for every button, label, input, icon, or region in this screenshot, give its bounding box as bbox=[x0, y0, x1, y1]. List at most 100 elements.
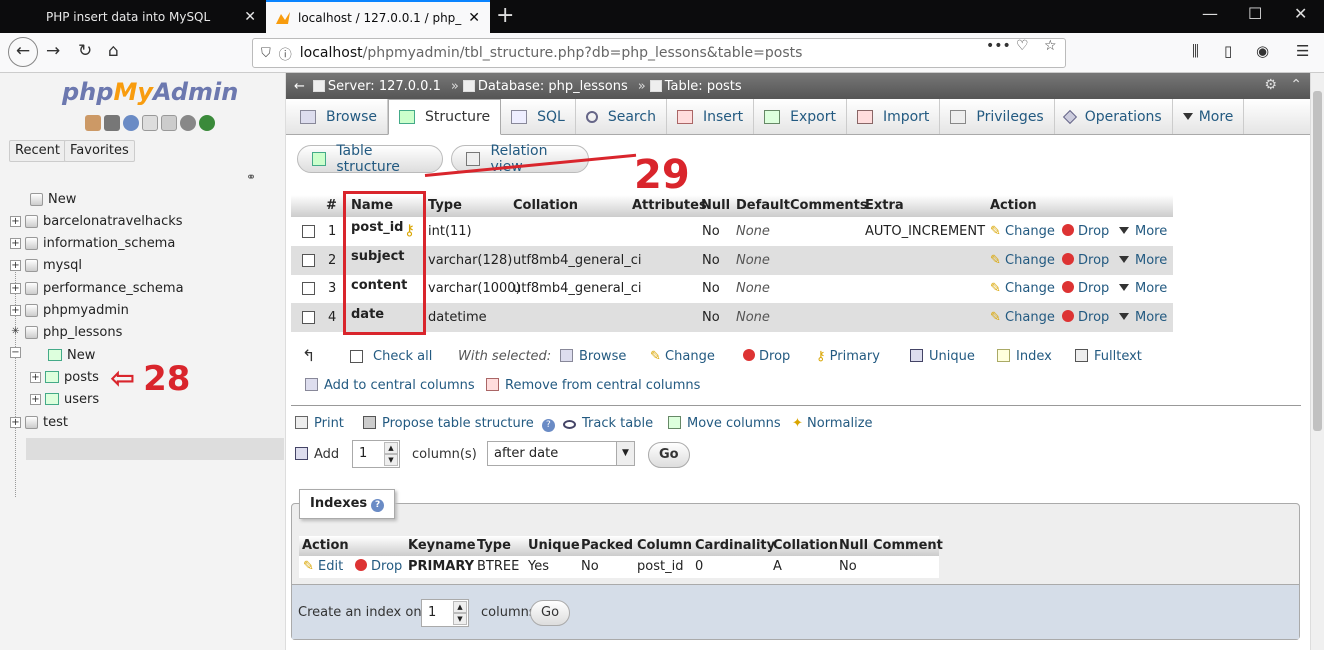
tree-item-posts[interactable]: + posts bbox=[30, 367, 99, 387]
col-header-extra[interactable]: Extra bbox=[865, 198, 904, 213]
close-icon[interactable]: ✕ bbox=[244, 9, 256, 25]
row-checkbox[interactable] bbox=[302, 282, 315, 295]
propose-structure-link[interactable]: Propose table structure ? bbox=[363, 416, 555, 432]
index-edit-link[interactable]: ✎ Edit bbox=[303, 559, 343, 574]
bulk-index-button[interactable]: Index bbox=[997, 349, 1052, 364]
breadcrumb-server[interactable]: Server: 127.0.0.1 bbox=[328, 79, 441, 94]
collapse-left-icon[interactable]: ← bbox=[294, 79, 305, 94]
home-icon[interactable]: ⌂ bbox=[108, 41, 119, 61]
tree-item-mysql[interactable]: + mysql bbox=[10, 255, 82, 275]
info-icon[interactable]: ⓘ bbox=[279, 44, 292, 63]
add-columns-count-input[interactable]: 1 ▲ ▼ bbox=[352, 440, 400, 468]
expand-icon[interactable]: + bbox=[10, 416, 21, 428]
row-checkbox[interactable] bbox=[302, 254, 315, 267]
browser-tab-phpmyadmin[interactable]: localhost / 127.0.0.1 / php_lesso ✕ bbox=[266, 0, 490, 33]
col-header-default[interactable]: Default bbox=[736, 198, 790, 213]
bulk-drop-button[interactable]: Drop bbox=[743, 349, 790, 364]
tree-item-performance-schema[interactable]: + performance_schema bbox=[10, 278, 184, 298]
collapse-up-icon[interactable]: ⌃ bbox=[1290, 77, 1302, 93]
drop-link[interactable]: Drop bbox=[1062, 224, 1109, 239]
col-header-comments[interactable]: Comments bbox=[790, 198, 868, 213]
expand-icon[interactable]: + bbox=[10, 259, 21, 271]
tab-browse[interactable]: Browse bbox=[290, 99, 388, 134]
phpmyadmin-logo[interactable]: phpMyAdmin bbox=[62, 78, 238, 106]
add-central-columns-button[interactable]: Add to central columns bbox=[305, 378, 475, 393]
expand-icon[interactable]: + bbox=[10, 304, 21, 316]
expand-icon[interactable]: + bbox=[10, 215, 21, 227]
col-header-null[interactable]: Null bbox=[701, 198, 730, 213]
col-header-num[interactable]: # bbox=[326, 198, 337, 213]
bulk-fulltext-button[interactable]: Fulltext bbox=[1075, 349, 1142, 364]
spin-up-icon[interactable]: ▲ bbox=[453, 601, 467, 613]
favorites-button[interactable]: Favorites bbox=[64, 140, 135, 162]
expand-icon[interactable]: + bbox=[30, 371, 41, 383]
remove-central-columns-button[interactable]: Remove from central columns bbox=[486, 378, 700, 393]
tree-item-php-lessons[interactable]: ✳ php_lessons bbox=[10, 322, 122, 342]
gear-icon[interactable]: ⚙ bbox=[1264, 77, 1277, 93]
scrollbar[interactable] bbox=[1310, 73, 1324, 650]
minimize-icon[interactable]: — bbox=[1202, 4, 1218, 23]
tree-item-new[interactable]: New bbox=[30, 189, 76, 209]
move-columns-link[interactable]: Move columns bbox=[668, 416, 781, 431]
home-icon[interactable] bbox=[85, 115, 101, 131]
check-all-label[interactable]: Check all bbox=[373, 349, 432, 364]
collapse-icon[interactable]: − bbox=[10, 346, 21, 358]
recent-button[interactable]: Recent bbox=[9, 140, 66, 162]
docs-alt-icon[interactable] bbox=[161, 115, 177, 131]
tab-insert[interactable]: Insert bbox=[667, 99, 755, 134]
collapse-php-lessons[interactable]: − bbox=[10, 342, 25, 362]
row-checkbox[interactable] bbox=[302, 225, 315, 238]
sidebar-toggle-icon[interactable]: ▯ bbox=[1224, 42, 1232, 60]
url-bar[interactable]: ⛉ ⓘ localhost/phpmyadmin/tbl_structure.p… bbox=[252, 38, 1066, 68]
scrollbar-thumb[interactable] bbox=[1313, 91, 1322, 431]
create-index-count-input[interactable]: 1 ▲ ▼ bbox=[421, 599, 469, 627]
tab-privileges[interactable]: Privileges bbox=[940, 99, 1055, 134]
tree-item-information-schema[interactable]: + information_schema bbox=[10, 233, 175, 253]
loading-icon[interactable]: ✳ bbox=[10, 326, 21, 338]
shield-icon[interactable]: ⛉ bbox=[261, 46, 271, 61]
more-link[interactable]: More bbox=[1119, 281, 1167, 296]
tab-operations[interactable]: Operations bbox=[1055, 99, 1173, 134]
menu-icon[interactable]: ☰ bbox=[1296, 42, 1309, 60]
col-header-attributes[interactable]: Attributes bbox=[632, 198, 707, 213]
bulk-browse-button[interactable]: Browse bbox=[560, 349, 626, 364]
change-link[interactable]: ✎ Change bbox=[990, 310, 1055, 325]
print-link[interactable]: Print bbox=[295, 416, 344, 431]
drop-link[interactable]: Drop bbox=[1062, 281, 1109, 296]
reload-icon[interactable] bbox=[199, 115, 215, 131]
tab-structure[interactable]: Structure bbox=[387, 99, 502, 135]
docs-icon[interactable] bbox=[142, 115, 158, 131]
logout-icon[interactable] bbox=[104, 115, 120, 131]
expand-icon[interactable]: + bbox=[10, 237, 21, 249]
normalize-link[interactable]: ✦ Normalize bbox=[792, 416, 873, 431]
reload-icon[interactable]: ↻ bbox=[78, 41, 92, 61]
drop-link[interactable]: Drop bbox=[1062, 253, 1109, 268]
tree-item-users[interactable]: + users bbox=[30, 389, 99, 409]
check-all-checkbox[interactable] bbox=[350, 350, 363, 363]
tree-item-test[interactable]: + test bbox=[10, 412, 68, 432]
more-link[interactable]: More bbox=[1119, 224, 1167, 239]
browser-tab-php-insert[interactable]: PHP insert data into MySQL ✕ bbox=[36, 0, 266, 33]
new-tab-icon[interactable]: + bbox=[496, 3, 514, 28]
maximize-icon[interactable]: ☐ bbox=[1248, 4, 1262, 23]
create-index-go-button[interactable]: Go bbox=[530, 600, 571, 626]
row-checkbox[interactable] bbox=[302, 311, 315, 324]
account-icon[interactable]: ◉ bbox=[1256, 42, 1269, 60]
more-link[interactable]: More bbox=[1119, 310, 1167, 325]
table-structure-button[interactable]: Table structure bbox=[297, 143, 443, 175]
spin-down-icon[interactable]: ▼ bbox=[384, 454, 398, 466]
change-link[interactable]: ✎ Change bbox=[990, 281, 1055, 296]
drop-link[interactable]: Drop bbox=[1062, 310, 1109, 325]
bulk-unique-button[interactable]: Unique bbox=[910, 349, 975, 364]
forward-icon[interactable]: → bbox=[46, 41, 60, 61]
page-actions-icon[interactable]: ••• bbox=[986, 38, 1011, 54]
change-link[interactable]: ✎ Change bbox=[990, 253, 1055, 268]
library-icon[interactable]: ⫼ bbox=[1192, 42, 1199, 60]
bulk-primary-button[interactable]: ⚷ Primary bbox=[816, 349, 880, 364]
tree-item-barcelonatravelhacks[interactable]: + barcelonatravelhacks bbox=[10, 211, 183, 231]
gear-icon[interactable] bbox=[180, 115, 196, 131]
link-icon[interactable]: ⚭ bbox=[246, 170, 256, 184]
col-header-type[interactable]: Type bbox=[428, 198, 462, 213]
col-header-collation[interactable]: Collation bbox=[513, 198, 578, 213]
help-icon[interactable] bbox=[123, 115, 139, 131]
